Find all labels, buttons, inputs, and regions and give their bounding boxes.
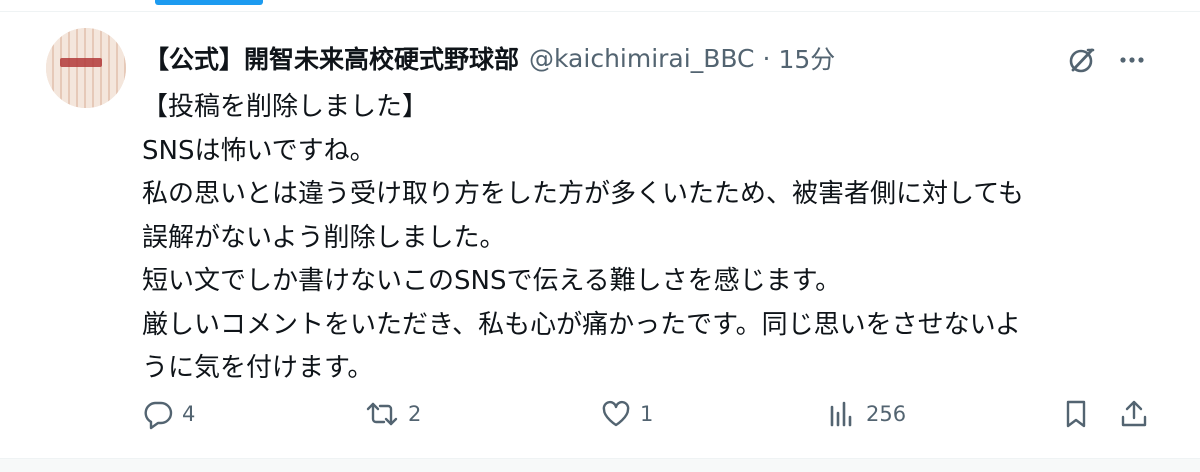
avatar-pattern bbox=[46, 28, 126, 108]
tweet-text-line: SNSは怖いですね。 bbox=[142, 135, 376, 166]
timestamp[interactable]: 15分 bbox=[778, 40, 835, 76]
retweet-icon bbox=[366, 402, 398, 426]
display-name[interactable]: 【公式】開智未来高校硬式野球部 bbox=[144, 40, 519, 76]
avatar[interactable] bbox=[46, 28, 126, 108]
more-icon bbox=[1120, 57, 1144, 63]
grok-icon bbox=[1069, 48, 1095, 73]
like-button[interactable]: 1 bbox=[600, 392, 653, 436]
tweet-text-line: 厳しいコメントをいただき、私も心が痛かったです。同じ思いをさせないよ bbox=[142, 309, 1022, 340]
tweet-text-line: 【投稿を削除しました】 bbox=[142, 92, 429, 122]
tweet-text-line: 短い文でしか書けないこのSNSで伝える難しさを感じます。 bbox=[142, 266, 842, 296]
tweet-header: 【公式】開智未来高校硬式野球部 @kaichimirai_BBC · 15分 bbox=[144, 38, 835, 78]
more-options-button[interactable] bbox=[1114, 42, 1150, 78]
active-tab-indicator bbox=[155, 0, 263, 5]
avatar-logo-band bbox=[60, 58, 102, 67]
tweet-text: 【投稿を削除しました】 SNSは怖いですね。 私の思いとは違う受け取り方をした方… bbox=[142, 86, 1152, 391]
views-icon bbox=[830, 401, 852, 427]
reply-icon bbox=[144, 401, 173, 430]
bookmark-icon bbox=[1066, 400, 1086, 428]
action-bar: 4 2 1 256 bbox=[142, 392, 1152, 436]
tweet-text-line: 私の思いとは違う受け取り方をした方が多くいたため、被害者側に対しても bbox=[142, 179, 1024, 209]
like-count: 1 bbox=[640, 402, 654, 426]
user-handle[interactable]: @kaichimirai_BBC bbox=[529, 44, 755, 73]
tweet-text-line: 誤解がないよう削除しました。 bbox=[142, 222, 506, 253]
grok-button[interactable] bbox=[1064, 42, 1100, 78]
tweet-text-line: うに気を付けます。 bbox=[142, 353, 374, 383]
retweet-button[interactable]: 2 bbox=[364, 392, 421, 436]
heart-icon bbox=[602, 400, 630, 427]
views-count: 256 bbox=[866, 402, 907, 426]
share-icon bbox=[1121, 400, 1147, 427]
share-button[interactable] bbox=[1118, 392, 1150, 436]
views-button[interactable]: 256 bbox=[826, 392, 906, 436]
retweet-count: 2 bbox=[408, 402, 422, 426]
bottom-divider bbox=[0, 458, 1200, 472]
reply-count: 4 bbox=[182, 402, 196, 426]
reply-button[interactable]: 4 bbox=[142, 392, 195, 436]
header-separator: · bbox=[762, 43, 771, 73]
bookmark-button[interactable] bbox=[1060, 392, 1092, 436]
